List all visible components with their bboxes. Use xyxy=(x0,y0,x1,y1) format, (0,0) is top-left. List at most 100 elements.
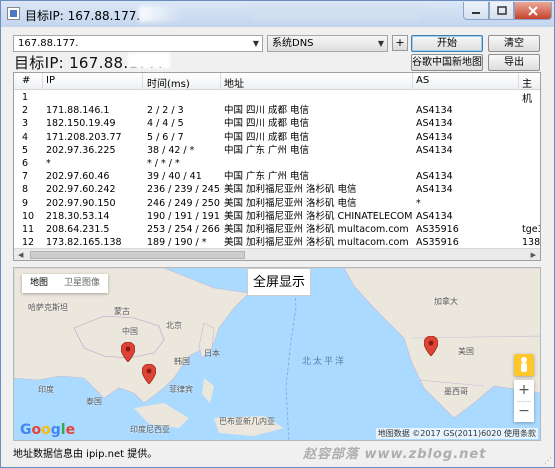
map-label-canada: 加拿大 xyxy=(434,297,458,306)
row-location: 中国 四川 成都 电信 xyxy=(224,105,310,117)
header-as: AS xyxy=(416,75,430,86)
map-view[interactable]: 地图 卫星图像 全屏显示 哈萨克斯坦 中国 蒙古 日本 泰国 菲律宾 印度尼西亚… xyxy=(13,267,541,441)
map-label-beijing: 北京 xyxy=(166,321,182,330)
row-location: 美国 加利福尼亚州 洛杉矶 电信 xyxy=(224,184,357,196)
row-ip: 182.150.19.49 xyxy=(46,118,116,130)
row-number: 10 xyxy=(22,210,35,222)
table-row[interactable]: 4 171.208.203.77 5 / 6 / 7 中国 四川 成都 电信 AS413… xyxy=(14,131,540,144)
row-ip: 202.97.36.225 xyxy=(46,144,116,156)
row-as: AS4134 xyxy=(416,144,453,156)
table-row[interactable]: 8 202.97.60.242 236 / 239 / 245 美国 加利福尼亚州 洛… xyxy=(14,183,540,196)
clear-button[interactable]: 清空 xyxy=(488,35,540,52)
row-time: 246 / 249 / 250 xyxy=(147,197,220,209)
row-ip: 218.30.53.14 xyxy=(46,210,110,222)
scroll-right-icon[interactable]: ▶ xyxy=(531,249,536,260)
table-row[interactable]: 6 * * / * / * xyxy=(14,157,540,170)
row-location: 中国 广东 广州 电信 xyxy=(224,144,310,156)
header-location: 地址 xyxy=(224,79,244,90)
row-location: 美国 加利福尼亚州 洛杉矶 电信 xyxy=(224,197,357,209)
row-time: 2 / 2 / 3 xyxy=(147,105,184,117)
maximize-icon xyxy=(496,5,507,15)
header-separator xyxy=(518,73,519,90)
row-number: 11 xyxy=(22,224,35,235)
row-time: 39 / 40 / 41 xyxy=(147,171,202,183)
horizontal-scrollbar[interactable]: ◀ ▶ xyxy=(14,248,540,260)
row-number: 4 xyxy=(22,131,29,143)
zoom-out-button[interactable]: − xyxy=(514,401,534,422)
resize-grip-icon[interactable]: ⋰ xyxy=(544,456,552,465)
minimize-button[interactable] xyxy=(463,2,489,20)
map-pin-icon[interactable] xyxy=(142,364,156,384)
header-separator xyxy=(42,73,43,90)
row-number: 5 xyxy=(22,144,29,156)
title-blur xyxy=(251,8,421,20)
row-location: 中国 四川 成都 电信 xyxy=(224,118,310,130)
header-time: 时间(ms) xyxy=(147,79,190,90)
dns-select[interactable]: 系统DNS ▼ xyxy=(267,35,388,52)
map-pin-icon[interactable] xyxy=(424,336,438,356)
maximize-button[interactable] xyxy=(489,2,514,20)
table-row[interactable]: 1 xyxy=(14,91,540,104)
table-row[interactable]: 2 171.88.146.1 2 / 2 / 3 中国 四川 成都 电信 AS4134 xyxy=(14,104,540,117)
map-pin-icon[interactable] xyxy=(121,342,135,362)
row-time: 38 / 42 / * xyxy=(147,144,195,156)
fullscreen-button[interactable]: 全屏显示 xyxy=(247,268,311,296)
row-time: 253 / 254 / 266 xyxy=(147,224,220,235)
scroll-left-icon[interactable]: ◀ xyxy=(18,249,23,260)
trace-table[interactable]: # IP 时间(ms) 地址 AS 主机 1 2 171.88.146.1 2 / 2… xyxy=(13,72,541,261)
street-view-pegman-icon[interactable] xyxy=(514,354,534,376)
row-time: * / * / * xyxy=(147,158,180,169)
dns-select-value: 系统DNS xyxy=(272,38,314,49)
map-type-control[interactable]: 地图 卫星图像 xyxy=(22,274,109,293)
map-type-roadmap[interactable]: 地图 xyxy=(22,274,56,293)
start-button[interactable]: 开始 xyxy=(411,35,483,52)
zoom-in-button[interactable]: + xyxy=(514,380,534,401)
map-type-satellite[interactable]: 卫星图像 xyxy=(56,274,108,293)
row-time: 190 / 191 / 191 xyxy=(147,210,220,222)
map-label-china: 中国 xyxy=(122,327,138,336)
zoom-control[interactable]: + − xyxy=(514,380,534,422)
title-redaction xyxy=(139,6,179,22)
row-as: AS4134 xyxy=(416,210,453,222)
table-row[interactable]: 9 202.97.90.150 246 / 249 / 250 美国 加利福尼亚州 洛… xyxy=(14,197,540,210)
row-number: 1 xyxy=(22,92,29,103)
close-icon xyxy=(528,5,538,16)
table-row[interactable]: 3 182.150.19.49 4 / 4 / 5 中国 四川 成都 电信 AS4134 xyxy=(14,117,540,130)
google-china-map-button[interactable]: 谷歌中国新地图 xyxy=(411,54,483,71)
minimize-icon xyxy=(472,11,480,14)
export-button[interactable]: 导出 xyxy=(488,54,540,71)
map-label-japan: 日本 xyxy=(204,349,220,358)
watermark: 赵容部落 www.zblog.net xyxy=(303,447,487,462)
window-title: 目标IP: 167.88.177. xyxy=(25,9,141,23)
close-button[interactable] xyxy=(514,2,552,20)
row-number: 7 xyxy=(22,171,29,183)
title-bar[interactable]: 目标IP: 167.88.177. xyxy=(1,1,554,27)
row-as: AS4134 xyxy=(416,184,453,196)
table-row[interactable]: 10 218.30.53.14 190 / 191 / 191 美国 加利福尼亚州 洛… xyxy=(14,210,540,223)
row-ip: * xyxy=(46,158,51,169)
table-header: # IP 时间(ms) 地址 AS 主机 xyxy=(14,73,540,105)
table-row[interactable]: 11 208.64.231.5 253 / 254 / 266 美国 加利福尼亚州 洛… xyxy=(14,223,540,236)
table-row[interactable]: 7 202.97.60.46 39 / 40 / 41 中国 广东 广州 电信 AS41… xyxy=(14,170,540,183)
ip-input-combo[interactable]: 167.88.177. ▼ xyxy=(13,35,263,52)
header-separator xyxy=(220,73,221,90)
row-ip: 202.97.90.150 xyxy=(46,197,116,209)
scrollbar-thumb[interactable] xyxy=(30,251,245,259)
chevron-down-icon[interactable]: ▼ xyxy=(253,36,259,51)
target-ip-redaction xyxy=(128,53,170,68)
add-dns-button[interactable]: + xyxy=(392,35,408,51)
row-ip: 202.97.60.242 xyxy=(46,184,116,196)
row-as: AS4134 xyxy=(416,118,453,130)
row-number: 2 xyxy=(22,105,29,117)
table-row[interactable]: 5 202.97.36.225 38 / 42 / * 中国 广东 广州 电信 AS41… xyxy=(14,144,540,157)
row-location: 中国 四川 成都 电信 xyxy=(224,131,310,143)
row-location: 中国 广东 广州 电信 xyxy=(224,171,310,183)
app-window: 目标IP: 167.88.177. 167.88.177. ▼ 系统DNS ▼ … xyxy=(0,0,555,468)
header-separator xyxy=(412,73,413,90)
chevron-down-icon[interactable]: ▼ xyxy=(378,36,384,51)
map-label-indonesia: 印度尼西亚 xyxy=(130,425,170,434)
map-label-pacific: 北太平洋 xyxy=(302,357,347,367)
google-logo: Google xyxy=(20,422,76,438)
row-location: 美国 加利福尼亚州 洛杉矶 CHINATELECOM xyxy=(224,210,413,222)
row-ip: 208.64.231.5 xyxy=(46,224,110,235)
